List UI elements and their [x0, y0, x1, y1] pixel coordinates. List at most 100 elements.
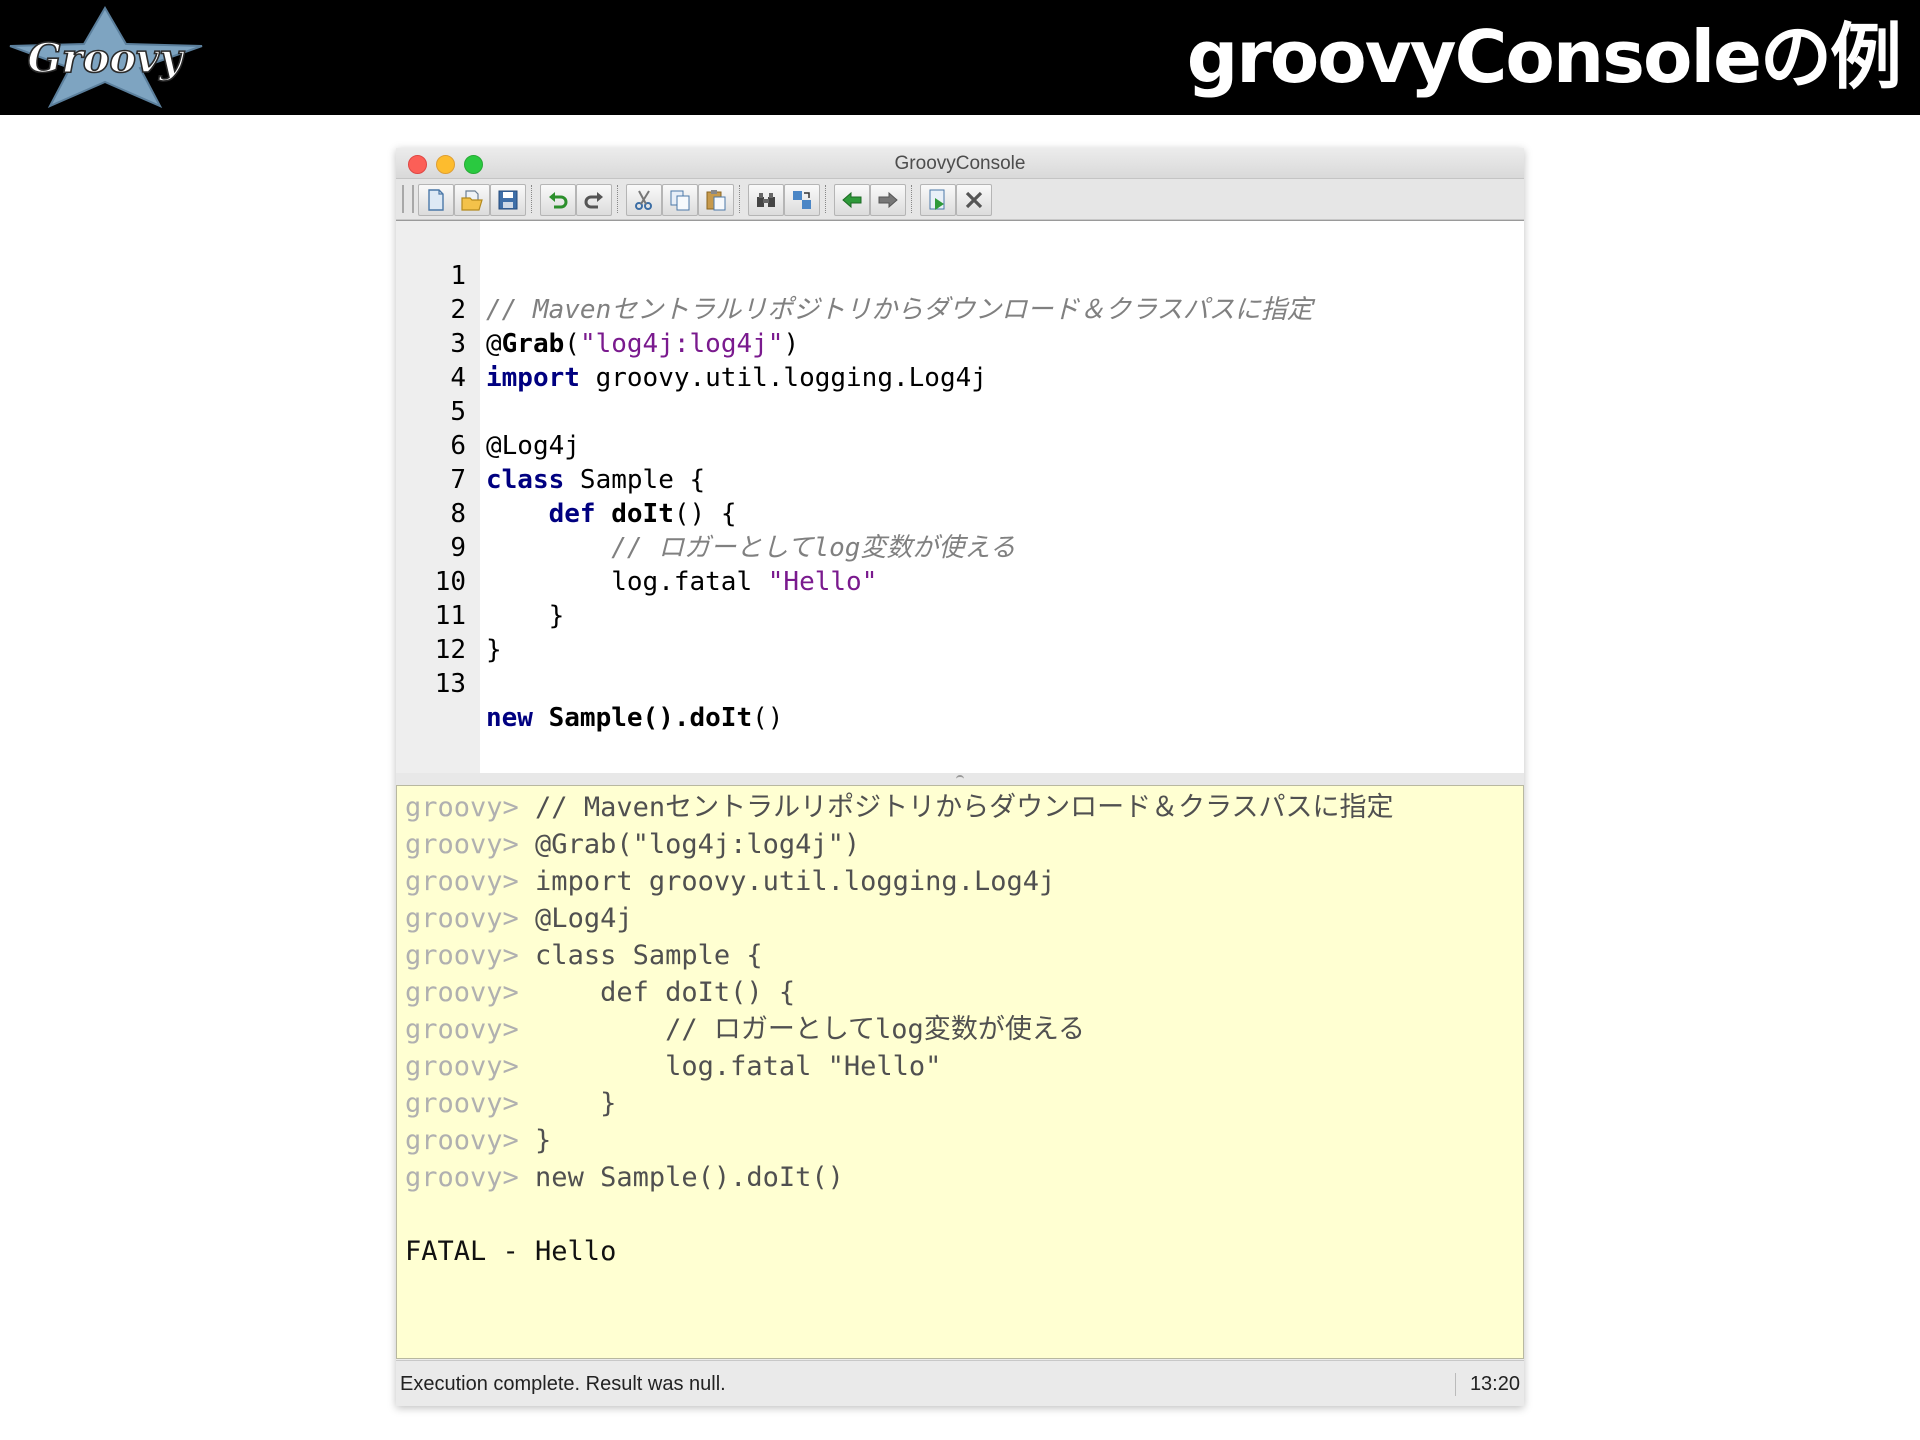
output-line: groovy> import groovy.util.logging.Log4j — [405, 866, 1056, 897]
code-token: Sample { — [564, 465, 706, 495]
toolbar-separator — [531, 185, 535, 213]
code-keyword: import — [486, 363, 580, 393]
logo-text: Groovy — [27, 35, 185, 82]
cursor-position: 13:20 — [1454, 1373, 1520, 1396]
replace-button[interactable] — [784, 184, 820, 216]
editor-line[interactable]: 4 — [396, 327, 490, 393]
code-keyword: class — [486, 465, 565, 495]
paste-icon — [706, 190, 726, 211]
history-next-button[interactable] — [870, 184, 906, 216]
code-token: ) — [783, 329, 800, 359]
run-script-icon — [929, 189, 945, 210]
redo-button[interactable] — [576, 184, 612, 216]
new-file-icon — [428, 189, 444, 211]
history-previous-icon — [842, 191, 862, 209]
interrupt-button[interactable] — [956, 184, 992, 216]
history-previous-button[interactable] — [834, 184, 870, 216]
output-prompt: groovy> — [405, 903, 519, 934]
code-token: () { — [673, 499, 737, 529]
paste-button[interactable] — [698, 184, 734, 216]
save-icon — [498, 190, 518, 210]
output-prompt: groovy> — [405, 940, 519, 971]
interrupt-icon — [965, 191, 983, 209]
toolbar — [396, 179, 1524, 220]
undo-icon — [549, 192, 568, 209]
code-token: } — [486, 601, 565, 631]
toolbar-separator — [911, 185, 915, 213]
output-prompt: groovy> — [405, 1162, 519, 1193]
code-comment: // ロガーとしてlog変数が使える — [611, 533, 1016, 563]
output-line: groovy> def doIt() { — [405, 977, 796, 1008]
output-prompt: groovy> — [405, 1051, 519, 1082]
history-next-icon — [878, 191, 898, 209]
title-bar: GroovyConsole — [396, 148, 1524, 179]
open-file-button[interactable] — [454, 184, 490, 216]
output-prompt: groovy> — [405, 866, 519, 897]
editor-line[interactable]: 12 — [396, 599, 490, 665]
output-line: groovy> class Sample { — [405, 940, 763, 971]
editor-line[interactable]: 8 // ロガーとしてlog変数が使える — [396, 463, 1015, 563]
code-method-name: doIt — [611, 499, 674, 529]
new-file-button[interactable] — [418, 184, 454, 216]
slide-title: groovyConsoleの例 — [1186, 15, 1902, 99]
code-annotation: Grab — [501, 329, 565, 359]
editor-line[interactable]: 1 // Mavenセントラルリポジトリからダウンロード＆クラスパスに指定 — [396, 225, 1312, 325]
execution-result: FATAL - Hello — [405, 1236, 617, 1267]
output-line: groovy> // ロガーとしてlog変数が使える — [405, 1014, 1086, 1045]
code-token: @Log4j — [486, 431, 580, 461]
script-editor[interactable]: 1 // Mavenセントラルリポジトリからダウンロード＆クラスパスに指定 2 … — [396, 220, 1524, 774]
run-script-button[interactable] — [920, 184, 956, 216]
groovy-logo: Groovy — [8, 6, 203, 109]
output-prompt: groovy> — [405, 829, 519, 860]
output-line: groovy> } — [405, 1125, 552, 1156]
code-token: groovy.util.logging.Log4j — [579, 363, 987, 393]
toolbar-separator — [825, 185, 829, 213]
output-line: groovy> log.fatal "Hello" — [405, 1051, 942, 1082]
editor-line[interactable]: 3 import groovy.util.logging.Log4j — [396, 293, 987, 393]
code-token: log.fatal — [611, 567, 768, 597]
output-prompt: groovy> — [405, 1125, 519, 1156]
editor-line[interactable]: 5 @Log4j — [396, 361, 580, 461]
editor-line[interactable]: 7 def doIt() { — [396, 429, 736, 529]
output-line: groovy> } — [405, 1088, 617, 1119]
output-line: groovy> // Mavenセントラルリポジトリからダウンロード＆クラスパス… — [405, 792, 1394, 823]
code-token: ( — [564, 329, 580, 359]
cut-button[interactable] — [626, 184, 662, 216]
replace-icon — [793, 191, 811, 209]
output-prompt: groovy> — [405, 792, 519, 823]
editor-line[interactable]: 13 new Sample().doIt() — [396, 633, 784, 733]
pane-splitter[interactable] — [396, 773, 1524, 785]
toolbar-grip[interactable] — [402, 185, 414, 213]
editor-line[interactable]: 9 log.fatal "Hello" — [396, 497, 877, 597]
code-keyword: def — [548, 499, 596, 529]
output-pane[interactable]: groovy> // Mavenセントラルリポジトリからダウンロード＆クラスパス… — [396, 785, 1524, 1359]
splitter-handle-icon[interactable] — [956, 775, 964, 783]
slide-header: Groovy groovyConsoleの例 — [0, 0, 1920, 115]
editor-line[interactable]: 6 class Sample { — [396, 395, 705, 495]
copy-icon — [670, 190, 690, 211]
status-bar: Execution complete. Result was null. 13:… — [396, 1360, 1524, 1406]
editor-line[interactable]: 2 @Grab("log4j:log4j") — [396, 259, 799, 359]
copy-button[interactable] — [662, 184, 698, 216]
output-prompt: groovy> — [405, 1014, 519, 1045]
output-line: groovy> @Log4j — [405, 903, 633, 934]
code-method-name: Sample().doIt — [548, 703, 753, 733]
toolbar-separator — [739, 185, 743, 213]
redo-icon — [584, 192, 603, 209]
open-folder-icon — [461, 190, 483, 211]
find-button[interactable] — [748, 184, 784, 216]
groovy-console-window: GroovyConsole 1 // Mavenセントラルリポジトリからダウンロ… — [396, 148, 1524, 1406]
output-line: groovy> @Grab("log4j:log4j") — [405, 829, 861, 860]
undo-button[interactable] — [540, 184, 576, 216]
save-button[interactable] — [490, 184, 526, 216]
line-number: 13 — [434, 669, 466, 699]
code-comment: // Mavenセントラルリポジトリからダウンロード＆クラスパスに指定 — [486, 295, 1313, 325]
output-prompt: groovy> — [405, 1088, 519, 1119]
window-title: GroovyConsole — [894, 153, 1026, 174]
editor-line[interactable]: 11 } — [396, 565, 502, 665]
editor-line[interactable]: 10 } — [396, 531, 565, 631]
status-message: Execution complete. Result was null. — [400, 1373, 726, 1395]
